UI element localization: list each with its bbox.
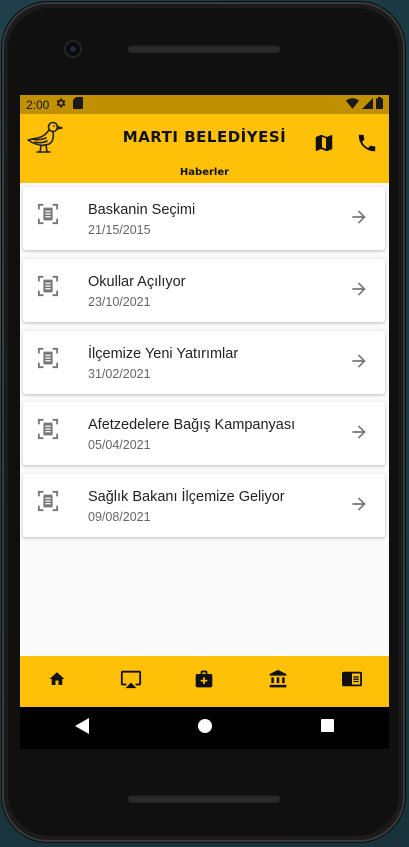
document-scan-icon xyxy=(37,347,59,369)
news-icon xyxy=(341,669,363,694)
phone-icon xyxy=(356,134,378,158)
app-screen: 2:00 MARTI BELEDİYESİ Haberler Baskanin … xyxy=(20,95,389,707)
nav-news[interactable] xyxy=(339,669,365,695)
news-item[interactable]: Okullar Açılıyor 23/10/2021 xyxy=(23,259,385,322)
airplay-icon xyxy=(120,668,142,695)
map-icon xyxy=(313,134,335,158)
news-item[interactable]: Sağlık Bakanı İlçemize Geliyor 09/08/202… xyxy=(23,474,385,537)
news-date: 21/15/2015 xyxy=(88,223,151,237)
news-date: 31/02/2021 xyxy=(88,367,151,381)
arrow-right-icon[interactable] xyxy=(349,279,369,299)
sd-card-icon xyxy=(73,97,84,112)
arrow-right-icon[interactable] xyxy=(349,422,369,442)
bottom-speaker xyxy=(127,794,281,803)
arrow-right-icon[interactable] xyxy=(349,494,369,514)
system-navigation-bar xyxy=(20,707,389,749)
news-title: Afetzedelere Bağış Kampanyası xyxy=(88,417,296,433)
signal-icon xyxy=(362,97,373,112)
nav-health[interactable] xyxy=(191,669,217,695)
wifi-icon xyxy=(346,97,359,112)
home-circle-icon xyxy=(197,718,212,738)
news-date: 23/10/2021 xyxy=(88,295,151,309)
bottom-navigation xyxy=(20,656,389,707)
news-item[interactable]: Baskanin Seçimi 21/15/2015 xyxy=(23,187,385,250)
home-button[interactable] xyxy=(193,716,217,740)
medical-icon xyxy=(194,669,214,694)
earpiece-speaker xyxy=(127,44,281,53)
bank-icon xyxy=(268,669,288,694)
settings-icon xyxy=(55,97,67,112)
status-time: 2:00 xyxy=(26,97,50,112)
news-title: Sağlık Bakanı İlçemize Geliyor xyxy=(88,489,285,505)
app-bar: MARTI BELEDİYESİ Haberler xyxy=(20,114,389,183)
document-scan-icon xyxy=(37,418,59,440)
back-icon xyxy=(74,717,89,739)
home-icon xyxy=(48,670,66,693)
news-date: 05/04/2021 xyxy=(88,438,151,452)
back-button[interactable] xyxy=(70,716,94,740)
recents-button[interactable] xyxy=(316,716,340,740)
news-title: İlçemize Yeni Yatırımlar xyxy=(88,346,239,362)
nav-home[interactable] xyxy=(44,669,70,695)
news-item[interactable]: Afetzedelere Bağış Kampanyası 05/04/2021 xyxy=(23,402,385,465)
call-button[interactable] xyxy=(356,132,378,154)
arrow-right-icon[interactable] xyxy=(349,207,369,227)
status-bar: 2:00 xyxy=(20,95,389,114)
document-scan-icon xyxy=(37,275,59,297)
news-title: Baskanin Seçimi xyxy=(88,202,196,218)
map-button[interactable] xyxy=(313,132,335,154)
news-title: Okullar Açılıyor xyxy=(88,274,186,290)
document-scan-icon xyxy=(37,490,59,512)
battery-icon xyxy=(376,97,383,112)
nav-airplay[interactable] xyxy=(118,669,144,695)
arrow-right-icon[interactable] xyxy=(349,351,369,371)
recents-icon xyxy=(321,719,334,737)
nav-municipality[interactable] xyxy=(265,669,291,695)
news-date: 09/08/2021 xyxy=(88,510,151,524)
document-scan-icon xyxy=(37,203,59,225)
news-item[interactable]: İlçemize Yeni Yatırımlar 31/02/2021 xyxy=(23,331,385,394)
front-camera xyxy=(66,42,80,56)
page-title: Haberler xyxy=(179,167,230,178)
